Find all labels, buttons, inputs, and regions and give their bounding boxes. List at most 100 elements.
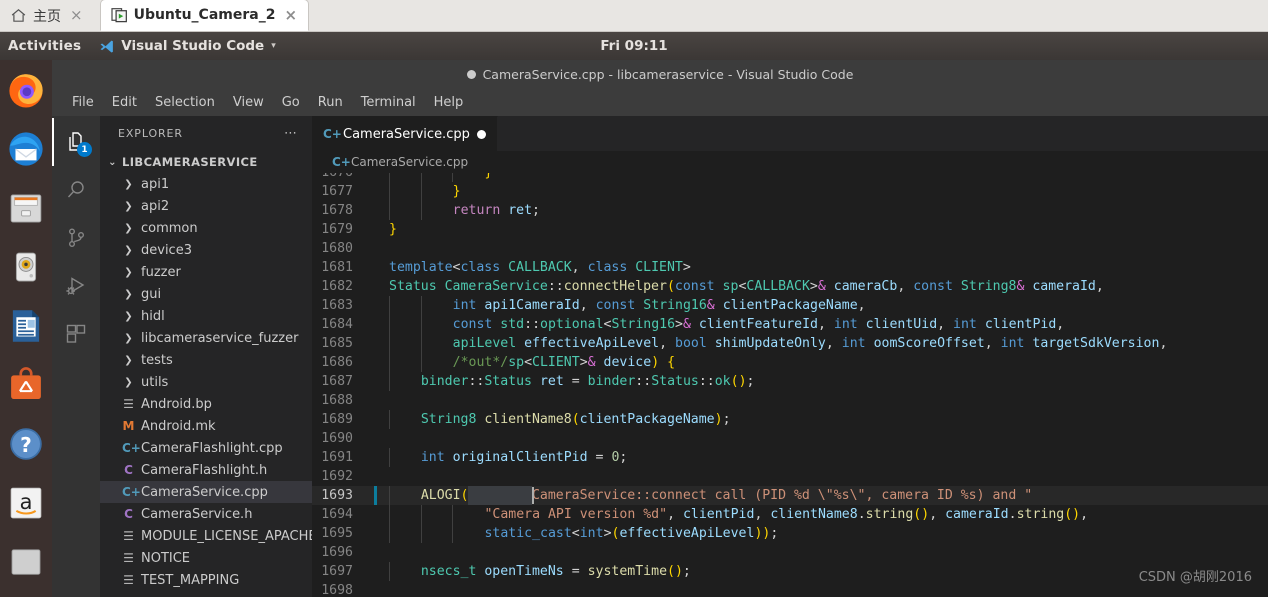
line-number: 1694 <box>321 507 353 522</box>
dock-item-thunderbird[interactable] <box>0 119 52 178</box>
dock-item-files[interactable] <box>0 178 52 237</box>
code-text: template<class CALLBACK, class CLIENT> <box>389 260 691 275</box>
line-number: 1682 <box>321 279 353 294</box>
chevron-right-icon: ❯ <box>124 200 133 212</box>
tree-item-tests[interactable]: ❯ tests <box>100 349 312 371</box>
dock-item-rhythmbox[interactable] <box>0 237 52 296</box>
tree-item-notice[interactable]: ☰ NOTICE <box>100 547 312 569</box>
menu-edit[interactable]: Edit <box>103 92 146 113</box>
code-line[interactable]: 1677 } <box>312 182 1268 201</box>
code-text: ALOGI("hugang CameraService::connect cal… <box>380 486 1268 505</box>
dock-item-libreoffice-writer[interactable] <box>0 296 52 355</box>
tree-item-android-bp[interactable]: ☰ Android.bp <box>100 393 312 415</box>
indent-guide <box>389 562 390 581</box>
dock-item-help[interactable]: ? <box>0 414 52 473</box>
editor-tab-cameraservice-cpp[interactable]: C+ CameraService.cpp <box>312 116 498 151</box>
browser-tab-ubuntu-camera-2[interactable]: Ubuntu_Camera_2 × <box>99 0 310 31</box>
browser-tab-home[interactable]: 主页 × <box>0 0 94 31</box>
tree-item-cameraflashlight-h[interactable]: C CameraFlashlight.h <box>100 459 312 481</box>
chevron-down-icon: ⌄ <box>108 156 117 168</box>
dock-item-partial[interactable] <box>0 532 52 591</box>
activities-button[interactable]: Activities <box>0 38 93 54</box>
code-line[interactable]: 1698 <box>312 581 1268 597</box>
tree-item-cameraflashlight-cpp[interactable]: C+ CameraFlashlight.cpp <box>100 437 312 459</box>
tree-item-label: CameraService.cpp <box>141 484 268 500</box>
thunderbird-icon <box>9 131 43 166</box>
code-line[interactable]: 1693 ALOGI("hugang CameraService::connec… <box>312 486 1268 505</box>
tree-item-common[interactable]: ❯ common <box>100 217 312 239</box>
code-line[interactable]: 1692 <box>312 467 1268 486</box>
indent-guide <box>389 448 390 467</box>
tree-root-libcameraservice[interactable]: ⌄ LIBCAMERASERVICE <box>100 151 312 173</box>
code-line[interactable]: 1687 binder::Status ret = binder::Status… <box>312 372 1268 391</box>
menu-help[interactable]: Help <box>425 92 473 113</box>
code-line[interactable]: 1685 apiLevel effectiveApiLevel, bool sh… <box>312 334 1268 353</box>
dock-item-amazon[interactable]: a <box>0 473 52 532</box>
code-line[interactable]: 1686 /*out*/sp<CLIENT>& device) { <box>312 353 1268 372</box>
code-line[interactable]: 1688 <box>312 391 1268 410</box>
tree-item-cameraservice-h[interactable]: C CameraService.h <box>100 503 312 525</box>
line-number: 1684 <box>321 317 353 332</box>
chevron-right-icon: ❯ <box>124 178 133 190</box>
tree-item-label: MODULE_LICENSE_APACHE2 <box>141 528 325 544</box>
dock-item-firefox[interactable] <box>0 60 52 119</box>
tree-item-utils[interactable]: ❯ utils <box>100 371 312 393</box>
tree-item-api1[interactable]: ❯ api1 <box>100 173 312 195</box>
activity-run-and-debug[interactable] <box>52 262 100 310</box>
tree-item-test-mapping[interactable]: ☰ TEST_MAPPING <box>100 569 312 591</box>
tree-item-hidl[interactable]: ❯ hidl <box>100 305 312 327</box>
indent-guide <box>420 524 422 543</box>
code-line[interactable]: 1690 <box>312 429 1268 448</box>
tree-item-cameraservice-cpp[interactable]: C+ CameraService.cpp <box>100 481 312 503</box>
tree-item-api2[interactable]: ❯ api2 <box>100 195 312 217</box>
code-line[interactable]: 1696 <box>312 543 1268 562</box>
tree-item-fuzzer[interactable]: ❯ fuzzer <box>100 261 312 283</box>
app-menu-vscode[interactable]: Visual Studio Code ▾ <box>93 38 282 54</box>
code-line[interactable]: 1676 } <box>312 173 1268 182</box>
dirty-indicator-icon[interactable] <box>476 129 486 139</box>
more-actions-icon[interactable]: ⋯ <box>284 126 298 141</box>
menu-run[interactable]: Run <box>309 92 352 113</box>
tree-item-device3[interactable]: ❯ device3 <box>100 239 312 261</box>
code-line[interactable]: 1695 static_cast<int>(effectiveApiLevel)… <box>312 524 1268 543</box>
code-line[interactable]: 1682 Status CameraService::connectHelper(… <box>312 277 1268 296</box>
code-text: nsecs_t openTimeNs = systemTime(); <box>380 562 1268 581</box>
activity-source-control[interactable] <box>52 214 100 262</box>
activity-explorer[interactable]: 1 <box>52 118 100 166</box>
tree-item-android-mk[interactable]: M Android.mk <box>100 415 312 437</box>
code-line[interactable]: 1691 int originalClientPid = 0; <box>312 448 1268 467</box>
tree-item-gui[interactable]: ❯ gui <box>100 283 312 305</box>
code-text: const std::optional<String16>& clientFea… <box>380 315 1268 334</box>
activity-search[interactable] <box>52 166 100 214</box>
line-number: 1690 <box>321 431 353 446</box>
code-line[interactable]: 1697 nsecs_t openTimeNs = systemTime(); <box>312 562 1268 581</box>
code-line[interactable]: 1683 int api1CameraId, const String16& c… <box>312 296 1268 315</box>
browser-tab-ubuntu-camera-2-close-icon[interactable]: × <box>281 7 300 23</box>
code-line[interactable]: 1689 String8 clientName8(clientPackageNa… <box>312 410 1268 429</box>
chevron-right-icon: ❯ <box>124 332 133 344</box>
browser-tab-home-close-icon[interactable]: × <box>67 8 86 23</box>
tree-item-module-license-apache2[interactable]: ☰ MODULE_LICENSE_APACHE2 <box>100 525 325 547</box>
chevron-right-icon: ❯ <box>124 288 133 300</box>
code-line[interactable]: 1678 return ret; <box>312 201 1268 220</box>
menu-view[interactable]: View <box>224 92 273 113</box>
code-lines: 1676 }1677 }1678 return ret;1679}1680168… <box>312 173 1268 597</box>
rhythmbox-icon <box>15 252 37 281</box>
code-editor[interactable]: 1676 }1677 }1678 return ret;1679}1680168… <box>312 173 1268 597</box>
code-line[interactable]: 1684 const std::optional<String16>& clie… <box>312 315 1268 334</box>
code-line[interactable]: 1694 "Camera API version %d", clientPid,… <box>312 505 1268 524</box>
dock-item-ubuntu-software[interactable] <box>0 355 52 414</box>
menu-selection[interactable]: Selection <box>146 92 224 113</box>
code-line[interactable]: 1679} <box>312 220 1268 239</box>
activity-extensions[interactable] <box>52 310 100 358</box>
menu-go[interactable]: Go <box>273 92 309 113</box>
chevron-down-icon[interactable]: ▾ <box>271 41 276 51</box>
code-line[interactable]: 1680 <box>312 239 1268 258</box>
cpp-file-icon: C+ <box>122 485 141 499</box>
code-line[interactable]: 1681 template<class CALLBACK, class CLIEN… <box>312 258 1268 277</box>
breadcrumb-file[interactable]: CameraService.cpp <box>351 155 468 169</box>
tree-item-libcameraservice-fuzzer[interactable]: ❯ libcameraservice_fuzzer <box>100 327 312 349</box>
menu-file[interactable]: File <box>63 92 103 113</box>
menu-terminal[interactable]: Terminal <box>352 92 425 113</box>
